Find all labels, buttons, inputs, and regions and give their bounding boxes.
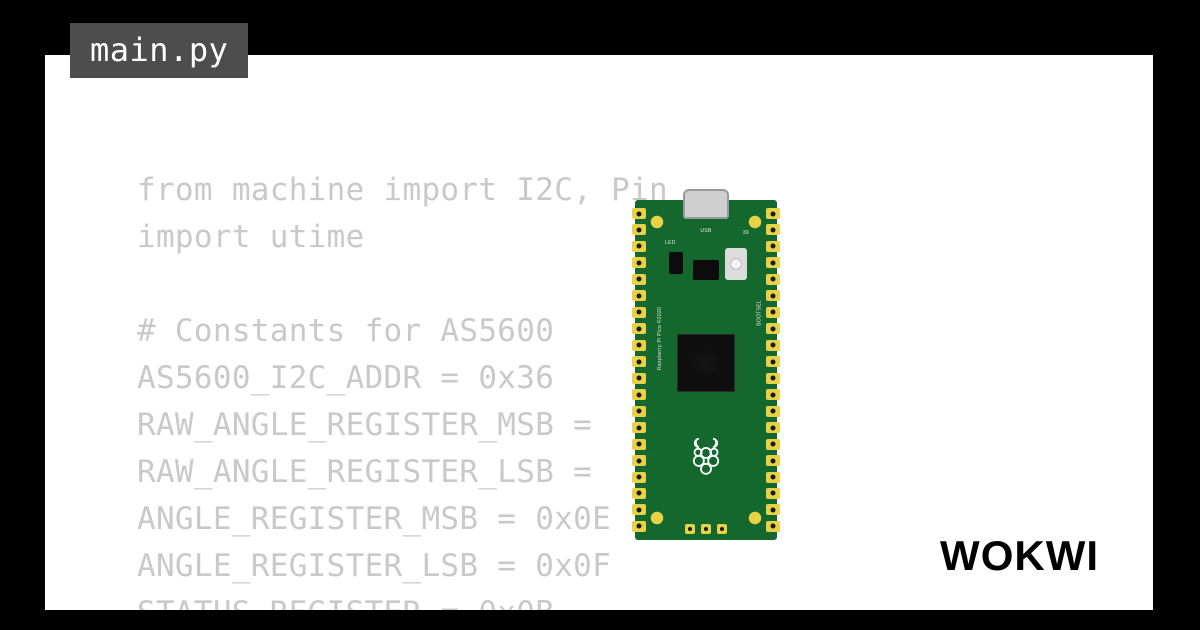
gpio-pin	[766, 241, 780, 252]
gpio-pin	[632, 307, 646, 318]
gpio-pins-left	[632, 208, 646, 532]
raspberry-pi-pico-board[interactable]: USB LED 39 BOOTSEL Raspberry Pi Pico ©20…	[635, 200, 777, 540]
gpio-pin	[766, 224, 780, 235]
gpio-pin	[632, 373, 646, 384]
gpio-pin	[632, 406, 646, 417]
silkscreen-usb-label: USB	[700, 228, 711, 234]
gpio-pin	[632, 504, 646, 515]
silkscreen-led-label: LED	[665, 240, 676, 246]
gpio-pin	[766, 290, 780, 301]
gpio-pin	[632, 439, 646, 450]
gpio-pin	[632, 356, 646, 367]
gpio-pin	[766, 488, 780, 499]
small-chip-icon	[693, 260, 719, 280]
gpio-pin	[766, 472, 780, 483]
gpio-pin	[632, 257, 646, 268]
gpio-pin	[766, 307, 780, 318]
usb-connector-icon	[683, 189, 729, 219]
gpio-pin	[766, 521, 780, 532]
editor-card: from machine import I2C, Pin import utim…	[45, 55, 1153, 610]
gpio-pin	[632, 455, 646, 466]
led-component-icon	[669, 252, 683, 274]
file-tab[interactable]: main.py	[70, 23, 248, 78]
gpio-pin	[766, 373, 780, 384]
gpio-pins-right	[766, 208, 780, 532]
gpio-pin	[766, 208, 780, 219]
gpio-pin	[632, 488, 646, 499]
silkscreen-board-name: Raspberry Pi Pico ©2020	[657, 307, 663, 370]
silkscreen-bootsel-label: BOOTSEL	[757, 300, 763, 326]
wokwi-logo: WOKWI	[940, 532, 1099, 580]
gpio-pin	[632, 208, 646, 219]
swd-debug-pins	[685, 524, 727, 534]
gpio-pin	[766, 340, 780, 351]
gpio-pin	[632, 340, 646, 351]
gpio-pin	[632, 290, 646, 301]
gpio-pin	[632, 323, 646, 334]
rp2040-chip-icon	[677, 334, 735, 392]
gpio-pin	[632, 422, 646, 433]
gpio-pin	[766, 356, 780, 367]
gpio-pin	[632, 521, 646, 532]
gpio-pin	[766, 439, 780, 450]
gpio-pin	[766, 422, 780, 433]
gpio-pin	[632, 274, 646, 285]
gpio-pin	[766, 504, 780, 515]
gpio-pin	[766, 274, 780, 285]
gpio-pin	[766, 389, 780, 400]
gpio-pin	[632, 241, 646, 252]
silkscreen-pin-39-label: 39	[743, 230, 749, 236]
raspberry-pi-logo-icon	[688, 435, 724, 478]
gpio-pin	[766, 406, 780, 417]
gpio-pin	[632, 224, 646, 235]
gpio-pin	[632, 472, 646, 483]
gpio-pin	[632, 389, 646, 400]
gpio-pin	[766, 323, 780, 334]
gpio-pin	[766, 455, 780, 466]
bootsel-button[interactable]	[725, 248, 747, 280]
gpio-pin	[766, 257, 780, 268]
